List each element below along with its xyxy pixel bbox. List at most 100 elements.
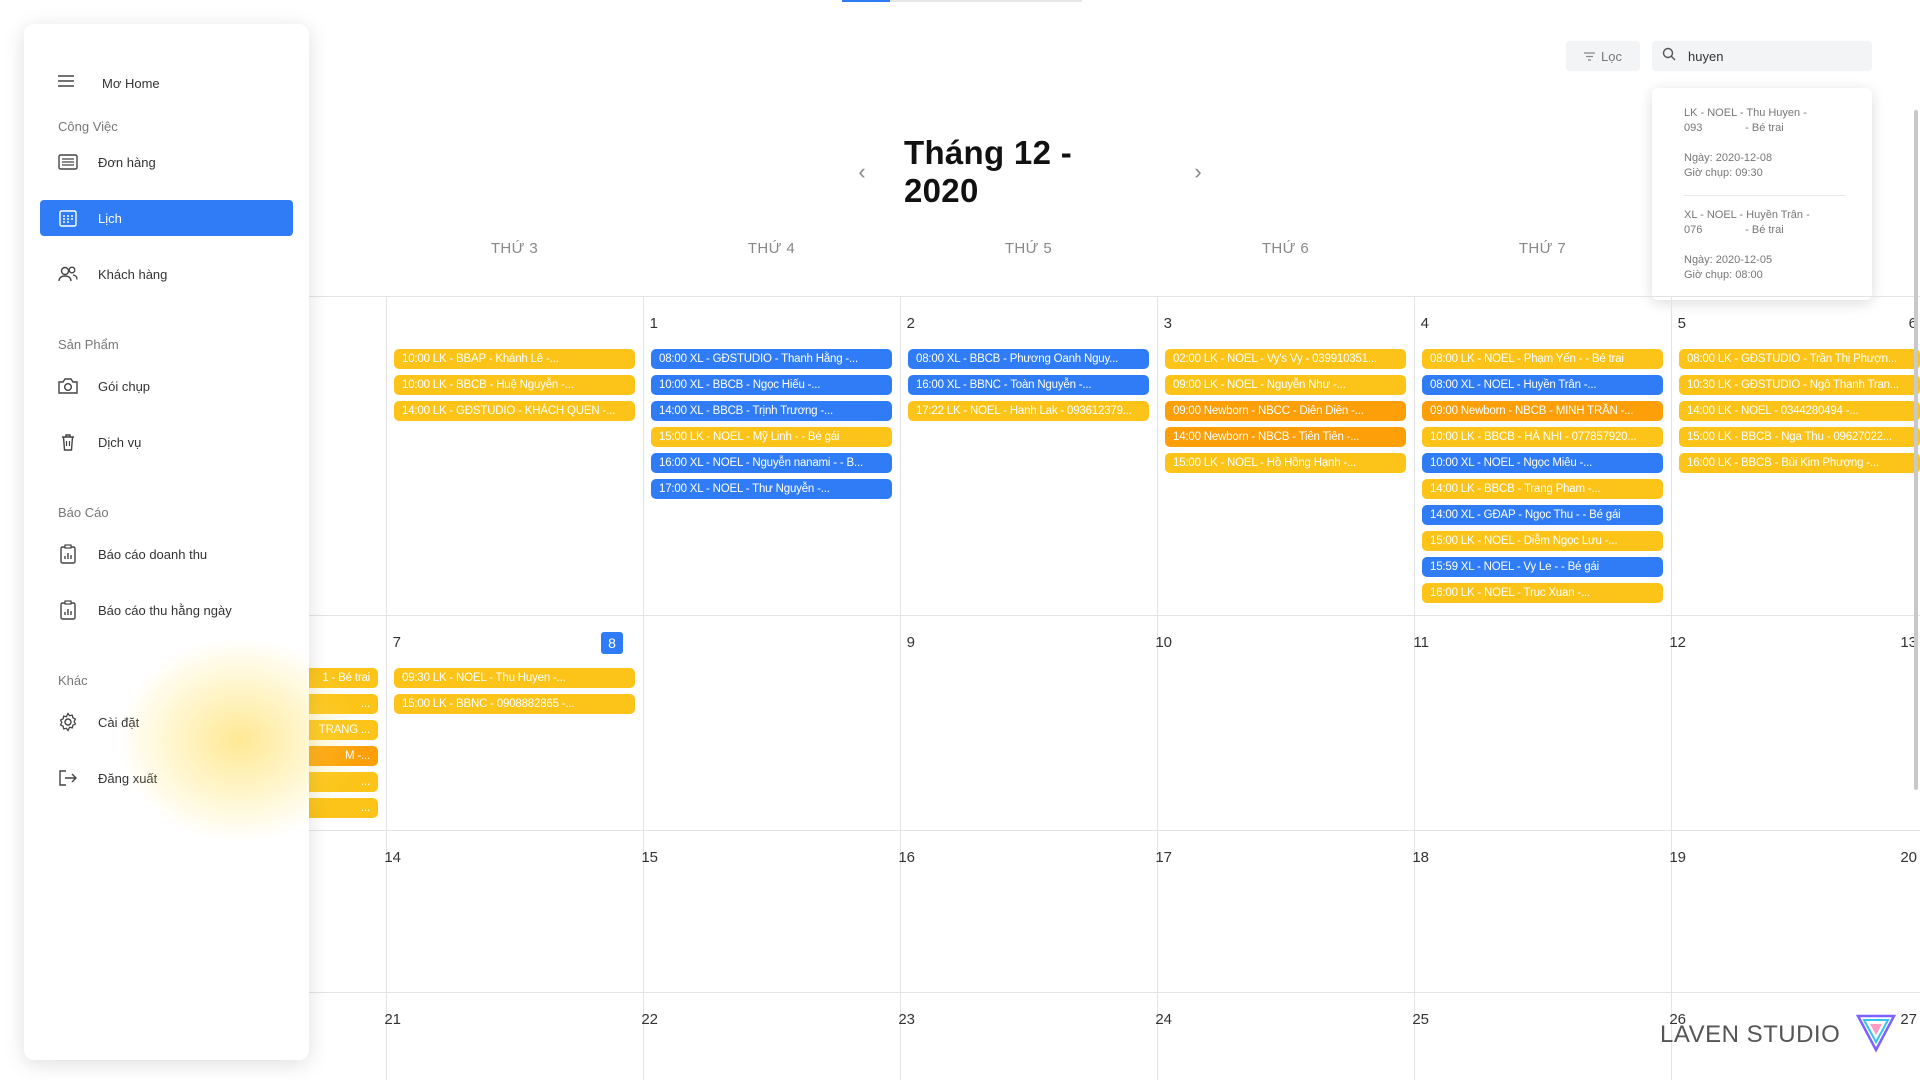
filter-icon xyxy=(1584,49,1596,64)
calendar-event[interactable]: 15:59 XL - NOEL - Vy Le - - Bé gái xyxy=(1422,557,1663,577)
grid-line xyxy=(1671,296,1672,1080)
sidebar-item-revenue-report[interactable]: Báo cáo doanh thu xyxy=(40,536,293,572)
sidebar-item-orders[interactable]: Đơn hàng xyxy=(40,144,293,180)
sidebar-item-packages[interactable]: Gói chụp xyxy=(40,368,293,404)
day-number[interactable]: 23 xyxy=(875,1011,915,1028)
search-input[interactable] xyxy=(1688,48,1838,64)
grid-line xyxy=(900,296,901,1080)
day-number[interactable]: 13 xyxy=(1883,634,1917,651)
calendar-event[interactable]: 16:00 XL - NOEL - Nguyễn nanami - - B... xyxy=(651,453,892,473)
calendar-event[interactable]: 14:00 LK - GĐSTUDIO - KHÁCH QUEN -... xyxy=(394,401,635,421)
calendar-event[interactable]: 15:00 LK - NOEL - Diễm Ngọc Lưu -... xyxy=(1422,531,1663,551)
day-number[interactable]: 11 xyxy=(1389,634,1429,651)
next-month-button[interactable]: › xyxy=(1186,159,1210,185)
day-number[interactable]: 16 xyxy=(875,849,915,866)
calendar-event[interactable]: 08:00 LK - GĐSTUDIO - Trần Thị Phượn... xyxy=(1679,349,1920,369)
calendar-event[interactable]: 10:00 LK - BBCB - HÀ NHI - 077857920... xyxy=(1422,427,1663,447)
calendar-event[interactable]: 16:00 LK - BBCB - Bùi Kim Phượng -... xyxy=(1679,453,1920,473)
day-number[interactable]: 17 xyxy=(1132,849,1172,866)
calendar-event[interactable]: 10:30 LK - GĐSTUDIO - Ngô Thanh Tran... xyxy=(1679,375,1920,395)
calendar-event[interactable]: 15:00 LK - NOEL - Mỹ Linh - - Bé gái xyxy=(651,427,892,447)
calendar-event[interactable]: 10:00 LK - BBCB - Huệ Nguyễn -... xyxy=(394,375,635,395)
page-scrollbar[interactable] xyxy=(1914,110,1918,790)
calendar-event[interactable]: 09:30 LK - NOEL - Thu Huyen -... xyxy=(394,668,635,688)
search-results-dropdown: LK - NOEL - Thu Huyen - 093 - Bé trai Ng… xyxy=(1652,88,1872,300)
calendar-event[interactable]: 14:00 LK - NOEL - 0344280494 -... xyxy=(1679,401,1920,421)
calendar-event[interactable]: 09:00 Newborn - NBCC - Diên Diên -... xyxy=(1165,401,1406,421)
sidebar-item-label: Báo cáo doanh thu xyxy=(98,546,208,562)
search-result-item[interactable]: LK - NOEL - Thu Huyen - 093 - Bé trai Ng… xyxy=(1684,106,1852,181)
day-number[interactable]: 21 xyxy=(361,1011,401,1028)
calendar-event[interactable]: 16:00 LK - NOEL - Truc Xuan -... xyxy=(1422,583,1663,603)
day-number[interactable]: 24 xyxy=(1132,1011,1172,1028)
day-number[interactable]: 3 xyxy=(1132,315,1172,332)
day-number[interactable]: 22 xyxy=(618,1011,658,1028)
calendar-event[interactable]: 08:00 XL - GĐSTUDIO - Thanh Hằng -... xyxy=(651,349,892,369)
calendar-event[interactable]: 14:00 Newborn - NBCB - Tiên Tiên -... xyxy=(1165,427,1406,447)
day-number[interactable]: 5 xyxy=(1646,315,1686,332)
calendar-event[interactable]: 15:00 LK - BBNC - 0908882865 -... xyxy=(394,694,635,714)
users-icon xyxy=(58,264,78,284)
calendar-event[interactable]: 08:00 XL - NOEL - Huyền Trân -... xyxy=(1422,375,1663,395)
grid-line xyxy=(128,830,1920,831)
month-title: Tháng 12 - 2020 xyxy=(903,134,1073,209)
calendar-event[interactable]: 14:00 LK - BBCB - Trang Pham -... xyxy=(1422,479,1663,499)
calendar-event[interactable]: 08:00 XL - BBCB - Phương Oanh Nguy... xyxy=(908,349,1149,369)
grid-line xyxy=(1157,296,1158,1080)
day-number[interactable]: 18 xyxy=(1389,849,1429,866)
calendar-event[interactable]: 16:00 XL - BBNC - Toàn Nguyễn -... xyxy=(908,375,1149,395)
trash-icon xyxy=(58,432,78,452)
day-number[interactable]: 10 xyxy=(1132,634,1172,651)
sidebar-item-label: Đơn hàng xyxy=(98,154,156,170)
studio-watermark: LAVEN STUDIO xyxy=(1660,1010,1898,1059)
calendar-event[interactable]: 10:00 LK - BBAP - Khánh Lê -... xyxy=(394,349,635,369)
sidebar-item-label: Báo cáo thu hằng ngày xyxy=(98,602,232,618)
filter-label: Lọc xyxy=(1601,48,1622,64)
day-number[interactable]: 14 xyxy=(361,849,401,866)
calendar-event[interactable]: 14:00 XL - GĐAP - Ngọc Thu - - Bé gái xyxy=(1422,505,1663,525)
day-number[interactable]: 1 xyxy=(618,315,658,332)
prev-month-button[interactable]: ‹ xyxy=(850,159,874,185)
day-number[interactable]: 15 xyxy=(618,849,658,866)
today-day-number[interactable]: 8 xyxy=(601,632,623,654)
camera-icon xyxy=(58,376,78,396)
calendar-event[interactable]: 15:00 LK - NOEL - Hồ Hồng Hạnh -... xyxy=(1165,453,1406,473)
calendar-event[interactable]: 10:00 XL - BBCB - Ngọc Hiếu -... xyxy=(651,375,892,395)
grid-line xyxy=(128,615,1920,616)
day-number[interactable]: 9 xyxy=(875,634,915,651)
calendar-event[interactable]: 17:22 LK - NOEL - Hanh Lak - 093612379..… xyxy=(908,401,1149,421)
calendar-event[interactable]: 09:00 Newborn - NBCB - MINH TRẦN -... xyxy=(1422,401,1663,421)
grid-line xyxy=(128,992,1920,993)
filter-button[interactable]: Lọc xyxy=(1566,41,1640,71)
result-divider xyxy=(1684,195,1846,196)
report-icon xyxy=(58,544,78,564)
sidebar-item-settings[interactable]: Cài đặt xyxy=(40,704,293,740)
calendar-event[interactable]: 08:00 LK - NOEL - Phạm Yến - - Bé trai xyxy=(1422,349,1663,369)
search-icon xyxy=(1662,47,1676,66)
search-box[interactable] xyxy=(1652,41,1872,71)
sidebar-item-services[interactable]: Dịch vụ xyxy=(40,424,293,460)
section-label-other: Khác xyxy=(58,673,88,688)
day-number[interactable]: 12 xyxy=(1646,634,1686,651)
day-number[interactable]: 7 xyxy=(361,634,401,651)
calendar-event[interactable]: 10:00 XL - NOEL - Ngọc Miêu -... xyxy=(1422,453,1663,473)
report-icon xyxy=(58,600,78,620)
sidebar-item-calendar[interactable]: Lịch xyxy=(40,200,293,236)
sidebar-item-customers[interactable]: Khách hàng xyxy=(40,256,293,292)
calendar-event[interactable]: 09:00 LK - NOEL - Nguyễn Như -... xyxy=(1165,375,1406,395)
day-number[interactable]: 25 xyxy=(1389,1011,1429,1028)
menu-icon[interactable] xyxy=(58,74,74,92)
calendar-event[interactable]: 17:00 XL - NOEL - Thư Nguyễn -... xyxy=(651,479,892,499)
sidebar-item-label: Đăng xuất xyxy=(98,770,158,786)
weekday-header: THỨ 3 THỨ 4 THỨ 5 THỨ 6 THỨ 7 xyxy=(386,240,1920,264)
weekday-label: THỨ 5 xyxy=(1004,240,1053,257)
sidebar-item-logout[interactable]: Đăng xuất xyxy=(40,760,293,796)
calendar-event[interactable]: 15:00 LK - BBCB - Nga Thu - 09627022... xyxy=(1679,427,1920,447)
sidebar-item-daily-report[interactable]: Báo cáo thu hằng ngày xyxy=(40,592,293,628)
calendar-event[interactable]: 02:00 LK - NOEL - Vy's Vy - 039910351... xyxy=(1165,349,1406,369)
day-number[interactable]: 20 xyxy=(1883,849,1917,866)
day-number[interactable]: 2 xyxy=(875,315,915,332)
calendar-event[interactable]: 14:00 XL - BBCB - Trịnh Trương -... xyxy=(651,401,892,421)
day-number[interactable]: 4 xyxy=(1389,315,1429,332)
day-number[interactable]: 19 xyxy=(1646,849,1686,866)
